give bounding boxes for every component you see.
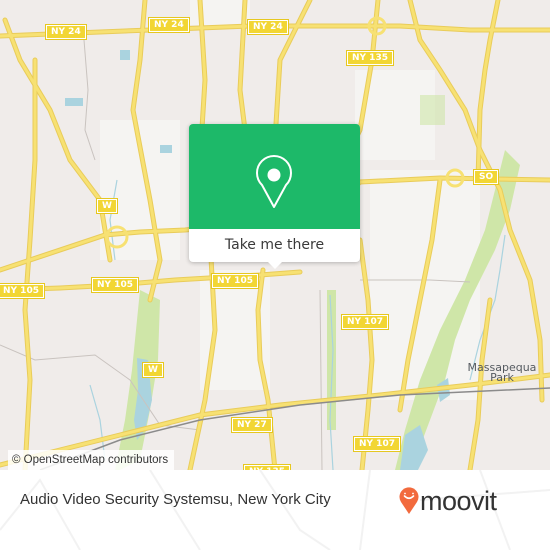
place-label-line: Park <box>490 371 514 384</box>
moovit-wordmark: moovit <box>420 486 497 516</box>
route-shield: W <box>142 362 164 378</box>
place-label: Massapequa Park <box>447 362 550 384</box>
route-shield: NY 24 <box>247 19 289 35</box>
map-pin-icon <box>256 154 292 208</box>
popup-tail <box>266 260 284 269</box>
moovit-pin-smile-icon <box>399 487 419 514</box>
route-shield: NY 135 <box>346 50 394 66</box>
route-shield: SO <box>472 169 500 185</box>
route-shield: NY 27 <box>231 417 273 433</box>
route-shield: NY 24 <box>148 17 190 33</box>
location-popup[interactable]: Take me there <box>189 124 360 269</box>
route-shield: NY 107 <box>341 314 389 330</box>
route-shield: NY 107 <box>353 436 401 452</box>
route-shield: NY 105 <box>211 273 259 289</box>
place-title: Audio Video Security Systemsu, New York … <box>20 491 331 508</box>
map-view[interactable]: NY 24 NY 24 NY 24 NY 135 SO W NY 105 NY … <box>0 0 550 470</box>
take-me-there-button[interactable]: Take me there <box>189 229 360 262</box>
route-shield: NY 24 <box>45 24 87 40</box>
route-shield: NY 105 <box>91 277 139 293</box>
footer: Audio Video Security Systemsu, New York … <box>0 470 550 550</box>
route-shield: W <box>96 198 118 214</box>
map-attribution[interactable]: © OpenStreetMap contributors <box>8 450 175 470</box>
route-shield: NY 105 <box>0 283 45 299</box>
popup-header <box>189 124 360 229</box>
